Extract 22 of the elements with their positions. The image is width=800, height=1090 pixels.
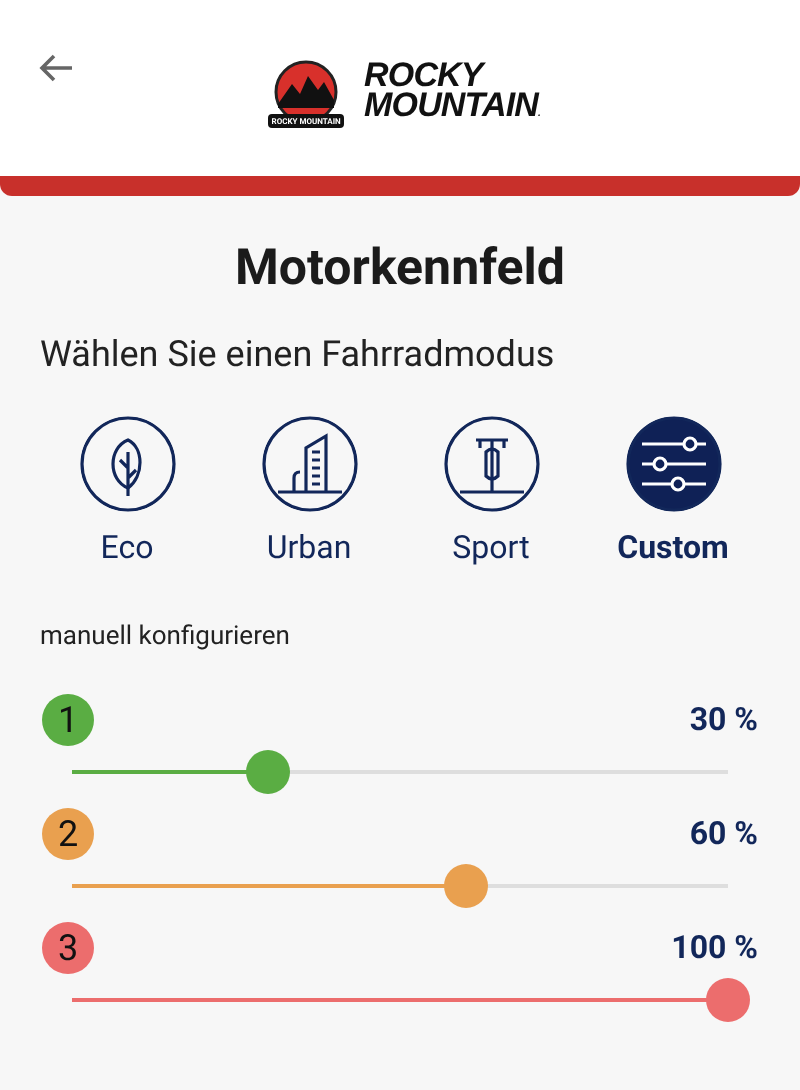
mode-option[interactable]: Custom	[582, 416, 764, 568]
mode-option[interactable]: Eco	[36, 416, 218, 568]
page-title: Motorkennfeld	[233, 240, 567, 300]
section-label: manuell konfigurieren	[40, 622, 292, 654]
slider-thumb[interactable]	[246, 750, 291, 794]
mode-option[interactable]: Urban	[218, 416, 400, 568]
subtitle: Wählen Sie einen Fahrradmodus	[40, 334, 557, 378]
back-arrow-icon[interactable]	[38, 52, 74, 84]
level-reading: 100 %	[671, 928, 758, 968]
level-badge: 1	[42, 694, 94, 746]
slider-thumb[interactable]	[706, 978, 750, 1022]
logo-text: ROCKY	[364, 59, 486, 89]
level-badge: 2	[42, 808, 94, 860]
bicycle-icon	[443, 416, 539, 512]
leaf-icon	[79, 416, 175, 512]
building-icon	[261, 416, 357, 512]
sliders-icon	[625, 416, 721, 512]
level-reading: 30 %	[689, 700, 758, 740]
level-badge: 3	[42, 922, 94, 974]
slider-thumb[interactable]	[443, 864, 488, 908]
mode-option[interactable]: Sport	[400, 416, 582, 568]
level-reading: 60 %	[689, 814, 758, 854]
